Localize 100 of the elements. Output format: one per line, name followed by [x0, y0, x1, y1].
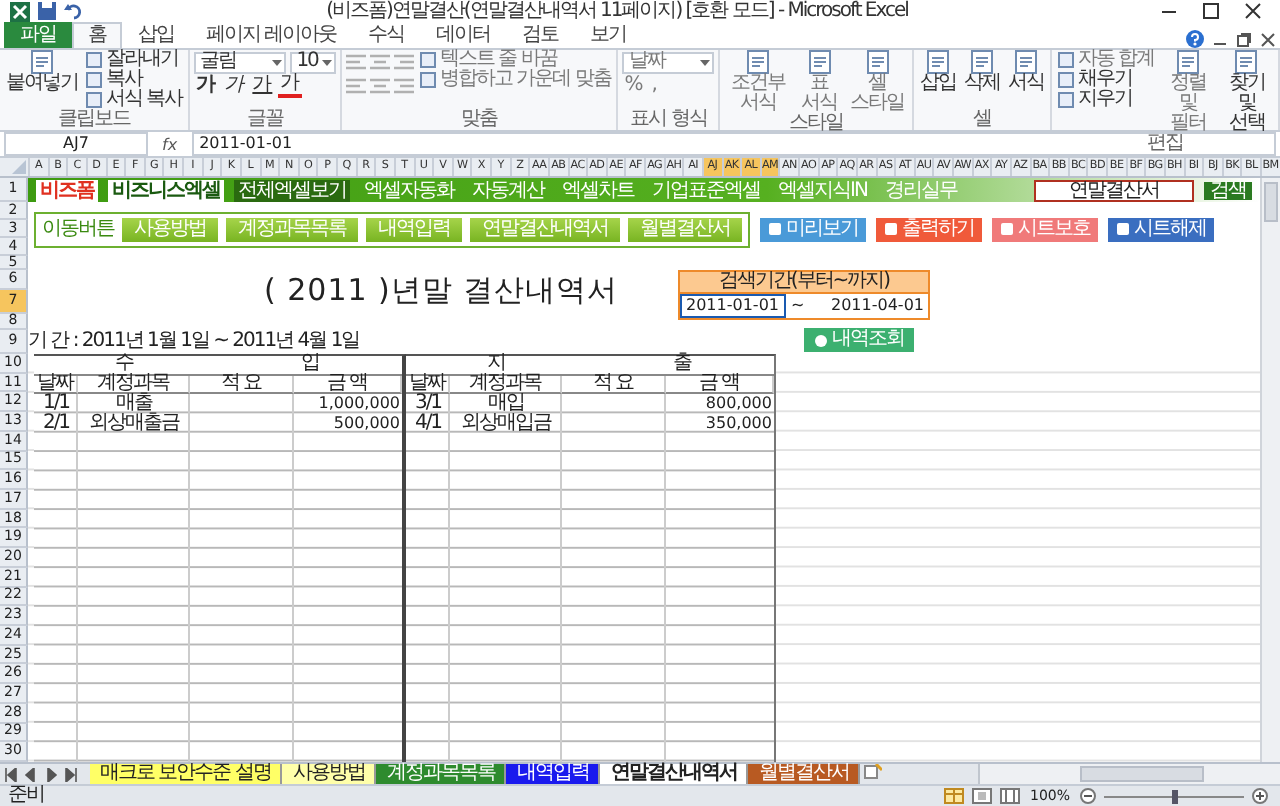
- normal-view-icon[interactable]: [943, 788, 964, 804]
- table-cell-text: 800,000: [703, 394, 774, 414]
- ribbon-button[interactable]: 삭제: [961, 50, 1002, 94]
- tool-button[interactable]: 시트해제: [1108, 217, 1214, 241]
- report-title: ( 2011 )년말 결산내역서: [264, 270, 619, 312]
- group-label: 클립보드: [56, 110, 133, 130]
- column-heading: 날짜: [34, 375, 78, 395]
- table-cell-text: 외상매입금: [459, 414, 554, 434]
- table-cell-text: 4/1: [412, 414, 444, 434]
- square-icon: [1000, 222, 1014, 236]
- vertical-scrollbar[interactable]: [1260, 178, 1280, 762]
- file-tab[interactable]: 파일: [4, 22, 72, 48]
- ribbon-tab[interactable]: 수식: [352, 22, 421, 48]
- table-cell-text: 외상매출금: [87, 414, 182, 434]
- format-button[interactable]: 가: [194, 76, 219, 96]
- dropdown[interactable]: 10: [290, 51, 336, 73]
- page-layout-icon[interactable]: [971, 788, 992, 804]
- zoom-in-icon[interactable]: [1252, 788, 1268, 804]
- restore-icon[interactable]: [1236, 32, 1252, 48]
- format-button[interactable]: 가: [222, 76, 247, 96]
- ribbon-button[interactable]: 잘라내기: [84, 50, 185, 70]
- name-box[interactable]: AJ7: [4, 132, 148, 156]
- window-title: (비즈폼)연말결산(연말결산내역서 11페이지) [호환 모드] - Microsoft Excel: [324, 0, 910, 22]
- caret-icon: [321, 59, 332, 65]
- zoom-out-icon[interactable]: [1080, 788, 1096, 804]
- search-button[interactable]: 검색: [1204, 181, 1252, 199]
- ribbon-button[interactable]: 지우기: [1055, 90, 1157, 110]
- sheet-tab[interactable]: 계정과목목록: [376, 764, 507, 784]
- table-cell-text: 3/1: [412, 394, 444, 414]
- table-cell-text: 1,000,000: [316, 394, 402, 414]
- table-cell-text: 500,000: [331, 414, 402, 434]
- status-text: 준비: [8, 786, 44, 806]
- square-icon: [419, 72, 436, 88]
- sheet-tab[interactable]: 매크로 보안수준 설명: [90, 764, 283, 784]
- ribbon-tab[interactable]: 검토: [506, 22, 575, 48]
- section-heading: 지 출: [406, 356, 774, 376]
- ribbon-tab[interactable]: 데이터: [420, 22, 507, 48]
- ribbon-tab[interactable]: 홈: [72, 22, 122, 48]
- close-icon[interactable]: [1260, 32, 1276, 48]
- caret-icon: [272, 59, 283, 65]
- ribbon-tab[interactable]: 보기: [574, 22, 643, 48]
- zoom-slider-thumb[interactable]: [1172, 789, 1178, 803]
- table-cell-text: 매입: [488, 394, 524, 414]
- circle-icon: [814, 333, 828, 347]
- group-label: 표시 형식: [628, 110, 709, 130]
- square-icon: [1057, 52, 1074, 68]
- search-period-heading: 검색기간(부터~까지): [678, 270, 930, 294]
- ribbon-tab[interactable]: 페이지 레이아웃: [190, 22, 353, 48]
- close-icon[interactable]: [1244, 2, 1262, 20]
- maximize-icon[interactable]: [1202, 2, 1220, 20]
- sheet-tab[interactable]: 연말결산내역서: [600, 764, 749, 784]
- square-icon: [1057, 72, 1074, 88]
- column-heading: 금 액: [666, 375, 774, 395]
- table-cell-text: 350,000: [703, 414, 774, 434]
- undo-icon[interactable]: [64, 2, 82, 20]
- section-heading: 수 입: [34, 356, 402, 376]
- ribbon-button[interactable]: 복사: [84, 70, 185, 90]
- square-icon: [1116, 222, 1130, 236]
- ribbon-button[interactable]: 삽입: [917, 50, 958, 94]
- table-cell-text: 1/1: [40, 394, 72, 414]
- square-icon: [86, 52, 102, 68]
- square-icon: [419, 52, 436, 68]
- insert-function-button[interactable]: fx: [156, 135, 184, 153]
- group-label: 편집: [1144, 134, 1185, 154]
- help-icon[interactable]: [1186, 30, 1204, 48]
- column-heading: 계정과목: [450, 375, 562, 395]
- format-button[interactable]: 가: [278, 74, 303, 98]
- nav-label: 이동버튼: [42, 219, 114, 239]
- ribbon-button[interactable]: 채우기: [1055, 70, 1157, 90]
- ribbon-button[interactable]: 찾기 및 선택: [1219, 50, 1274, 134]
- save-icon[interactable]: [38, 2, 56, 20]
- search-field[interactable]: 연말결산서: [1034, 179, 1194, 201]
- dropdown[interactable]: 굴림: [194, 51, 287, 73]
- sheet-tab[interactable]: 월별결산서: [748, 764, 861, 784]
- group-label: 맞춤: [459, 110, 500, 130]
- logo-mark: 비즈폼: [36, 179, 98, 201]
- group-label: 글꼴: [245, 110, 286, 130]
- ribbon-button[interactable]: 붙여넣기: [4, 50, 80, 94]
- group-label: 셀: [970, 110, 993, 130]
- ribbon-button[interactable]: 서식 복사: [84, 90, 185, 110]
- column-heading: 계정과목: [78, 375, 190, 395]
- column-heading: 날짜: [406, 375, 450, 395]
- ribbon-tab[interactable]: 삽입: [122, 22, 190, 48]
- logo-text: 비즈니스엑셀: [108, 179, 224, 201]
- sheet-tab[interactable]: 사용방법: [282, 764, 377, 784]
- horizontal-scrollbar[interactable]: [978, 764, 1280, 784]
- column-heading: 금 액: [294, 375, 402, 395]
- new-sheet-icon[interactable]: [864, 764, 883, 780]
- table-cell-text: 2/1: [40, 414, 72, 434]
- page-break-icon[interactable]: [999, 788, 1020, 804]
- menu-link[interactable]: 전체엑셀보기: [234, 179, 350, 201]
- group-label: 스타일: [787, 114, 846, 134]
- ribbon-button[interactable]: 서식: [1005, 50, 1046, 94]
- format-button[interactable]: 가: [250, 76, 275, 96]
- square-icon: [86, 92, 102, 108]
- period-text: 기 간 : 2011년 1월 1일 ~ 2011년 4월 1일: [28, 330, 360, 353]
- sheet-tab[interactable]: 내역입력: [506, 764, 601, 784]
- square-icon: [884, 222, 898, 236]
- square-icon: [1057, 92, 1074, 108]
- square-icon: [768, 222, 782, 236]
